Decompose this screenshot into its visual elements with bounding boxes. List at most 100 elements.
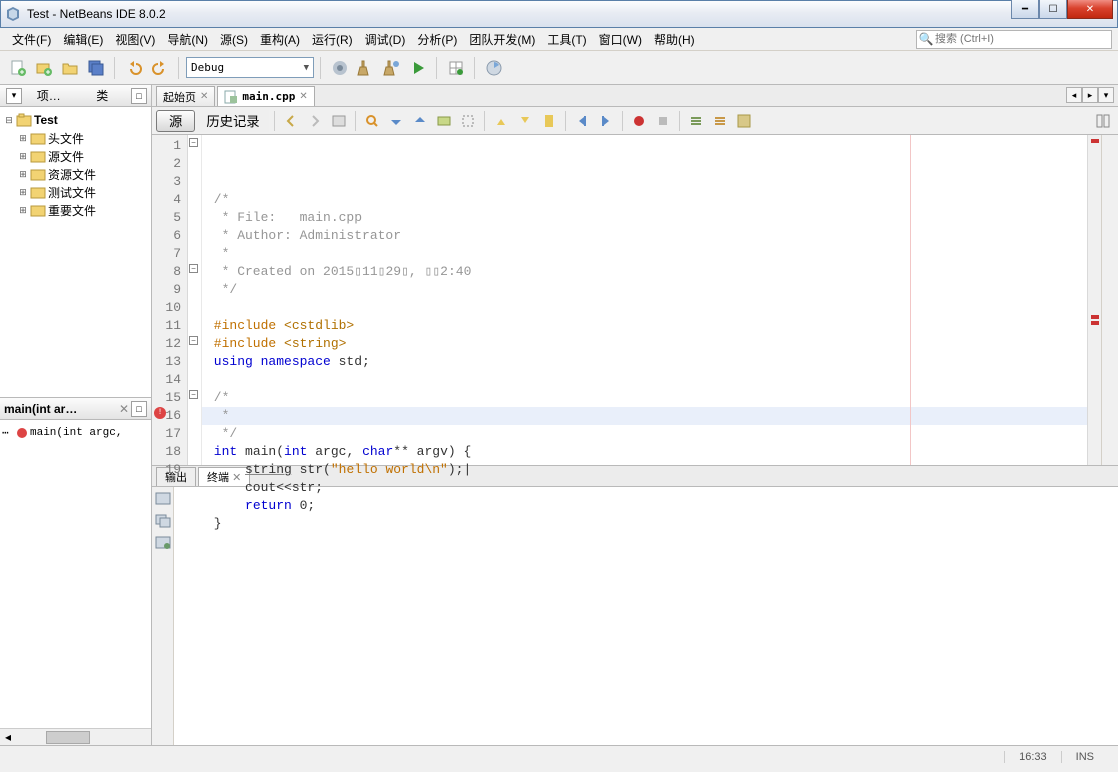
- source-view-button[interactable]: 源: [156, 110, 195, 132]
- history-view-button[interactable]: 历史记录: [197, 110, 268, 132]
- menu-help[interactable]: 帮助(H): [648, 29, 701, 50]
- fold-toggle[interactable]: −: [189, 264, 198, 273]
- tab-prev-button[interactable]: ◂: [1066, 87, 1082, 103]
- menu-view[interactable]: 视图(V): [109, 29, 161, 50]
- prev-bookmark-button[interactable]: [490, 110, 512, 132]
- shift-right-button[interactable]: [595, 110, 617, 132]
- macro-stop-button[interactable]: [652, 110, 674, 132]
- tree-headers[interactable]: ⊞头文件: [2, 129, 149, 147]
- projects-tab-2[interactable]: 类: [76, 87, 130, 104]
- menu-tools[interactable]: 工具(T): [541, 29, 592, 50]
- search-input[interactable]: [935, 33, 1111, 45]
- find-selection-button[interactable]: [361, 110, 383, 132]
- build-button[interactable]: [328, 56, 352, 80]
- uncomment-button[interactable]: [709, 110, 731, 132]
- debug-button[interactable]: [444, 56, 468, 80]
- menu-source[interactable]: 源(S): [214, 29, 254, 50]
- window-titlebar: Test - NetBeans IDE 8.0.2 ━ ☐ ✕: [0, 0, 1118, 28]
- projects-tab-1[interactable]: 项…: [22, 87, 76, 104]
- navigator-close-icon[interactable]: ✕: [119, 402, 129, 416]
- menu-window[interactable]: 窗口(W): [593, 29, 648, 50]
- toggle-highlight-button[interactable]: [433, 110, 455, 132]
- project-tree[interactable]: ⊟ Test ⊞头文件 ⊞源文件 ⊞资源文件 ⊞测试文件 ⊞重要文件: [0, 107, 151, 398]
- menu-file[interactable]: 文件(F): [6, 29, 57, 50]
- redo-button[interactable]: [148, 56, 172, 80]
- toggle-bookmark-button[interactable]: [538, 110, 560, 132]
- macro-record-button[interactable]: [628, 110, 650, 132]
- status-bar: 16:33 INS: [0, 745, 1118, 767]
- shift-left-button[interactable]: [571, 110, 593, 132]
- tab-maincpp[interactable]: main.cpp✕: [217, 86, 314, 106]
- run-button[interactable]: [406, 56, 430, 80]
- tree-tests[interactable]: ⊞测试文件: [2, 183, 149, 201]
- fold-toggle[interactable]: −: [189, 390, 198, 399]
- remote-terminal-icon[interactable]: [155, 535, 171, 551]
- output-sidebar: [152, 487, 174, 745]
- menu-run[interactable]: 运行(R): [306, 29, 359, 50]
- menu-refactor[interactable]: 重构(A): [254, 29, 306, 50]
- terminal-icon[interactable]: [155, 491, 171, 507]
- back-button[interactable]: [280, 110, 302, 132]
- fold-column[interactable]: − − − −: [188, 135, 202, 465]
- projects-max-icon[interactable]: □: [131, 88, 147, 104]
- tree-important[interactable]: ⊞重要文件: [2, 201, 149, 219]
- find-prev-button[interactable]: [385, 110, 407, 132]
- tab-startpage[interactable]: 起始页✕: [156, 86, 215, 106]
- navigator-max-icon[interactable]: □: [131, 401, 147, 417]
- new-terminal-icon[interactable]: [155, 513, 171, 529]
- minimize-button[interactable]: ━: [1011, 0, 1039, 19]
- vertical-scrollbar[interactable]: [1101, 135, 1118, 465]
- find-next-button[interactable]: [409, 110, 431, 132]
- split-button[interactable]: [1092, 110, 1114, 132]
- profile-button[interactable]: [482, 56, 506, 80]
- menu-edit[interactable]: 编辑(E): [57, 29, 109, 50]
- tree-resources[interactable]: ⊞资源文件: [2, 165, 149, 183]
- fold-toggle[interactable]: −: [189, 336, 198, 345]
- tab-next-button[interactable]: ▸: [1082, 87, 1098, 103]
- navigator-item[interactable]: ⋯ main(int argc,: [2, 424, 149, 442]
- toggle-rect-button[interactable]: [457, 110, 479, 132]
- tab-close-icon[interactable]: ✕: [299, 91, 307, 102]
- projects-min-icon[interactable]: ▾: [6, 88, 22, 104]
- tree-sources[interactable]: ⊞源文件: [2, 147, 149, 165]
- projects-panel-header: ▾ 项… 类 □: [0, 85, 151, 107]
- menu-navigate[interactable]: 导航(N): [161, 29, 214, 50]
- build2-button[interactable]: [380, 56, 404, 80]
- status-insert-mode: INS: [1061, 751, 1108, 763]
- close-button[interactable]: ✕: [1067, 0, 1113, 19]
- menu-team[interactable]: 团队开发(M): [463, 29, 541, 50]
- forward-button[interactable]: [304, 110, 326, 132]
- error-marker-icon[interactable]: !: [154, 407, 166, 419]
- navigator-body[interactable]: ⋯ main(int argc,: [0, 420, 151, 728]
- menu-debug[interactable]: 调试(D): [359, 29, 412, 50]
- code-content[interactable]: /* * File: main.cpp * Author: Administra…: [202, 135, 1087, 465]
- folder-icon: [30, 130, 46, 146]
- clean-build-button[interactable]: [354, 56, 378, 80]
- open-project-button[interactable]: [58, 56, 82, 80]
- config-selector[interactable]: Debug▼: [186, 57, 314, 78]
- tree-root[interactable]: ⊟ Test: [2, 111, 149, 129]
- fold-toggle[interactable]: −: [189, 138, 198, 147]
- error-stripe[interactable]: [1087, 135, 1101, 465]
- undo-button[interactable]: [122, 56, 146, 80]
- left-scrollbar[interactable]: ◂: [0, 728, 151, 745]
- dropdown-button[interactable]: [328, 110, 350, 132]
- new-file-button[interactable]: [6, 56, 30, 80]
- next-bookmark-button[interactable]: [514, 110, 536, 132]
- line-gutter[interactable]: 12345678910111213141516171819 !: [152, 135, 188, 465]
- save-all-button[interactable]: [84, 56, 108, 80]
- tab-list-button[interactable]: ▾: [1098, 87, 1114, 103]
- error-icon: [16, 427, 28, 439]
- code-editor[interactable]: 12345678910111213141516171819 ! − − − − …: [152, 135, 1118, 465]
- quick-search[interactable]: 🔍: [916, 30, 1112, 49]
- menu-profile[interactable]: 分析(P): [411, 29, 463, 50]
- goto-header-button[interactable]: [733, 110, 755, 132]
- folder-icon: [30, 202, 46, 218]
- dash-icon: ⋯: [2, 426, 16, 440]
- new-project-button[interactable]: [32, 56, 56, 80]
- comment-button[interactable]: [685, 110, 707, 132]
- status-cursor-pos: 16:33: [1004, 751, 1061, 763]
- maximize-button[interactable]: ☐: [1039, 0, 1067, 19]
- folder-icon: [30, 148, 46, 164]
- tab-close-icon[interactable]: ✕: [200, 91, 208, 102]
